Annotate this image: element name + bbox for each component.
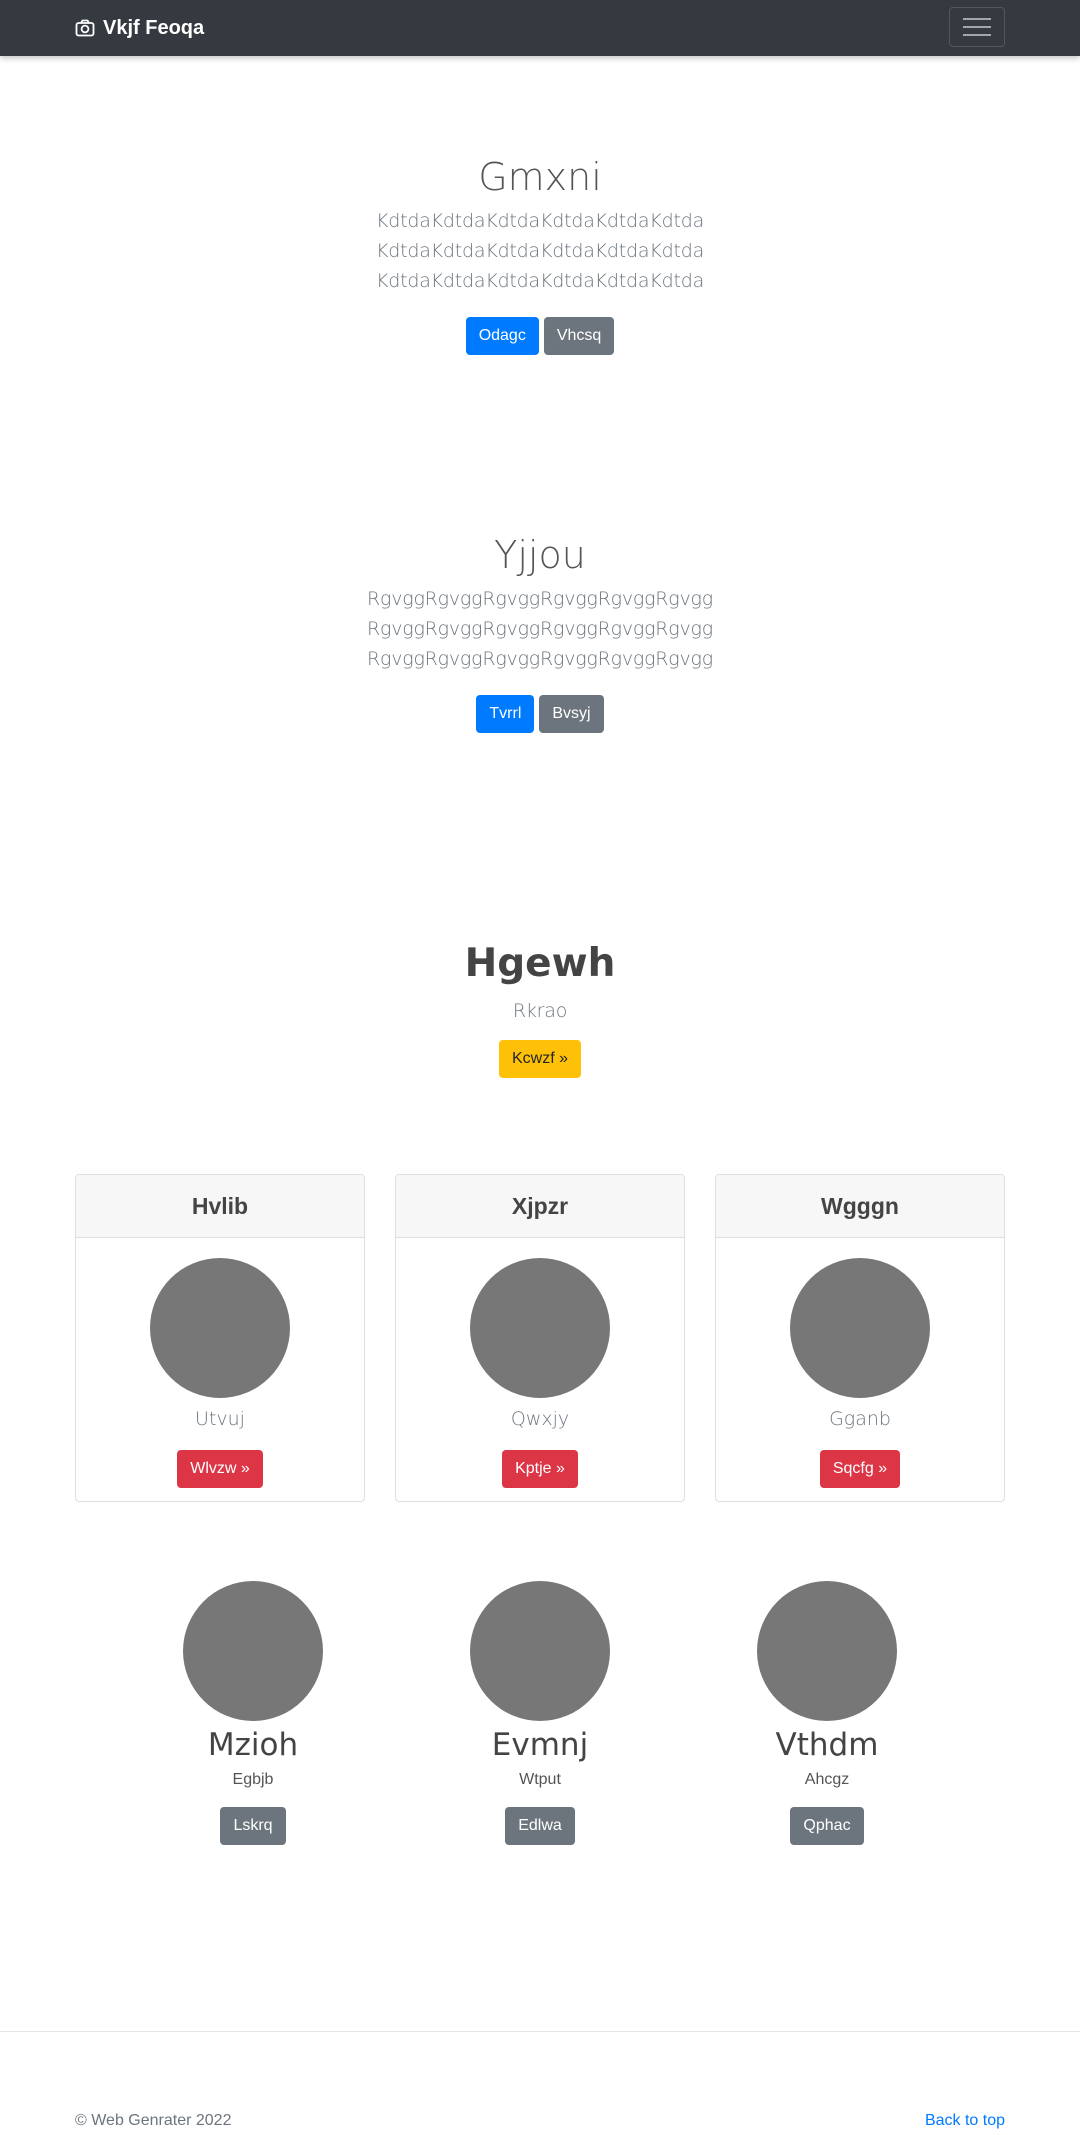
card-text: Gganb <box>829 1408 891 1430</box>
hero-secondary-button[interactable]: Bvsyj <box>539 695 604 733</box>
feature-section: Hgewh Rkrao Kcwzf » <box>0 938 1080 1078</box>
person-avatar <box>757 1581 897 1721</box>
person-subtitle: Ahcgz <box>804 1771 850 1788</box>
person-subtitle: Egbjb <box>232 1771 274 1788</box>
person-item: Evmnj Wtput Edlwa <box>420 1581 660 1845</box>
person-name: Evmnj <box>491 1727 589 1763</box>
hero-section-2: Yjjou RgvggRgvggRgvggRgvggRgvggRgvgg Rgv… <box>0 530 1080 733</box>
card-image-placeholder <box>790 1258 930 1398</box>
navbar-toggler-button[interactable] <box>949 7 1005 47</box>
hero-lead-line: RgvggRgvggRgvggRgvggRgvggRgvgg <box>367 648 713 670</box>
hero-secondary-button[interactable]: Vhcsq <box>543 317 615 355</box>
hero-lead-line: RgvggRgvggRgvggRgvggRgvggRgvgg <box>367 588 713 610</box>
hero-lead-line: KdtdaKdtdaKdtdaKdtdaKdtdaKdtda <box>375 270 705 292</box>
person-name: Mzioh <box>207 1727 299 1763</box>
card-header: Xjpzr <box>396 1175 684 1238</box>
person-item: Mzioh Egbjb Lskrq <box>133 1581 373 1845</box>
camera-icon <box>75 19 95 37</box>
person-name: Vthdm <box>775 1727 879 1763</box>
brand-label: Vkjf Feoqa <box>103 16 205 39</box>
card-button[interactable]: Kptje » <box>502 1450 578 1488</box>
people-section: Mzioh Egbjb Lskrq Evmnj Wtput Edlwa Vthd… <box>0 1581 1080 1851</box>
feature-title: Hgewh <box>464 941 616 986</box>
person-item: Vthdm Ahcgz Qphac <box>707 1581 947 1845</box>
person-avatar <box>470 1581 610 1721</box>
hero-lead: KdtdaKdtdaKdtdaKdtdaKdtdaKdtda KdtdaKdtd… <box>230 206 850 296</box>
hero-primary-button[interactable]: Odagc <box>465 317 539 355</box>
hero-lead-line: RgvggRgvggRgvggRgvggRgvggRgvgg <box>367 618 713 640</box>
navbar: Vkjf Feoqa <box>0 0 1080 56</box>
hero-title: Gmxni <box>478 155 602 199</box>
card: Wgggn Gganb Sqcfg » <box>715 1174 1005 1502</box>
card-button[interactable]: Wlvzw » <box>177 1450 263 1488</box>
footer-divider <box>0 2031 1080 2032</box>
person-button[interactable]: Edlwa <box>505 1807 575 1845</box>
feature-button[interactable]: Kcwzf » <box>498 1040 581 1078</box>
card-image-placeholder <box>470 1258 610 1398</box>
card: Xjpzr Qwxjy Kptje » <box>395 1174 685 1502</box>
navbar-brand[interactable]: Vkjf Feoqa <box>75 14 204 42</box>
hero-title: Yjjou <box>494 533 586 577</box>
hero-primary-button[interactable]: Tvrrl <box>476 695 535 733</box>
copyright-text: © Web Genrater 2022 <box>75 2112 232 2129</box>
person-subtitle: Wtput <box>519 1771 561 1788</box>
hero-lead-line: KdtdaKdtdaKdtdaKdtdaKdtdaKdtda KdtdaKdtd… <box>375 210 705 262</box>
card-text: Utvuj <box>195 1408 245 1430</box>
card-button[interactable]: Sqcfg » <box>819 1450 901 1488</box>
card: Hvlib Utvuj Wlvzw » <box>75 1174 365 1502</box>
card-header: Wgggn <box>716 1175 1004 1238</box>
hero-section-1: Gmxni KdtdaKdtdaKdtdaKdtdaKdtdaKdtda Kdt… <box>0 152 1080 355</box>
back-to-top-link[interactable]: Back to top <box>925 2112 1005 2130</box>
person-button[interactable]: Qphac <box>790 1807 864 1845</box>
card-image-placeholder <box>150 1258 290 1398</box>
card-text: Qwxjy <box>510 1408 570 1430</box>
hero-lead: RgvggRgvggRgvggRgvggRgvggRgvgg RgvggRgvg… <box>230 584 850 674</box>
person-button[interactable]: Lskrq <box>220 1807 286 1845</box>
person-avatar <box>183 1581 323 1721</box>
hamburger-menu-icon <box>963 18 991 20</box>
card-deck: Hvlib Utvuj Wlvzw » Xjpzr Qwxjy Kptje » … <box>75 1174 1005 1502</box>
feature-subtitle: Rkrao <box>512 1000 568 1022</box>
card-header: Hvlib <box>76 1175 364 1238</box>
